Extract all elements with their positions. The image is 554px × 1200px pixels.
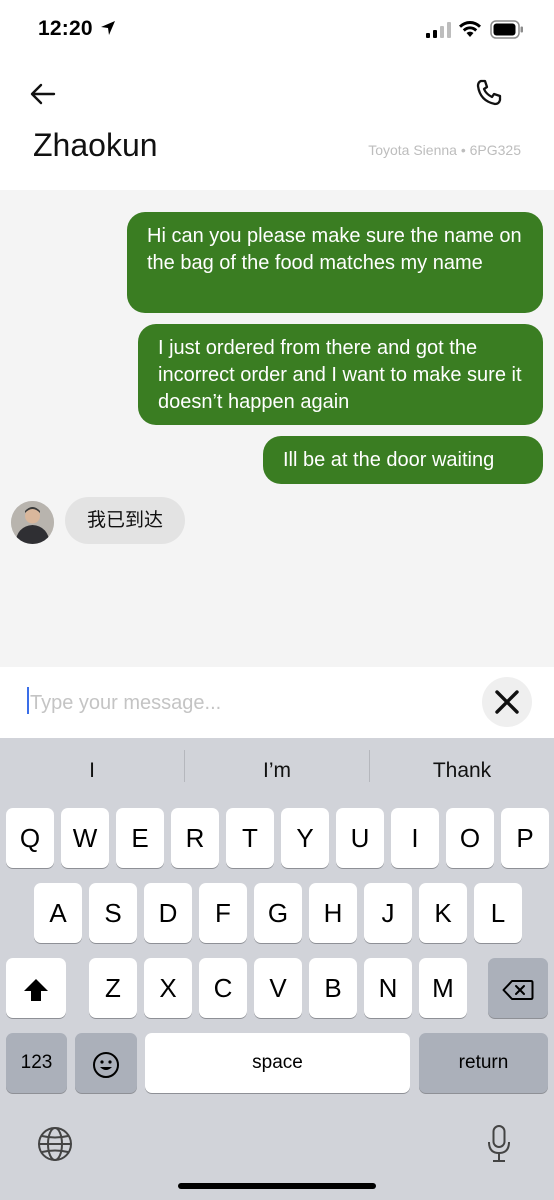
key[interactable]: Z [89,958,137,1018]
key[interactable]: B [309,958,357,1018]
message-input[interactable] [30,685,460,721]
outgoing-message: I just ordered from there and got the in… [138,324,543,425]
delete-key[interactable] [488,958,548,1018]
key[interactable]: C [199,958,247,1018]
incoming-message: 我已到达 [65,497,186,544]
key[interactable]: V [254,958,302,1018]
compose-bar [0,667,554,738]
key[interactable]: I [391,808,439,868]
outgoing-message: Hi can you please make sure the name on … [127,212,543,313]
key[interactable]: P [501,808,549,868]
key[interactable]: U [336,808,384,868]
backspace-icon [502,980,534,1001]
key[interactable]: E [116,808,164,868]
close-icon [495,690,519,714]
key[interactable]: A [34,883,82,943]
emoji-icon [93,1052,119,1079]
wifi-icon [459,21,481,37]
numbers-key[interactable]: 123 [6,1033,67,1093]
key[interactable]: X [144,958,192,1018]
status-time: 12:20 [38,17,93,40]
text-cursor [27,687,29,714]
key[interactable]: N [364,958,412,1018]
key[interactable]: L [474,883,522,943]
phone-icon[interactable] [474,78,504,108]
space-key[interactable]: space [145,1033,410,1093]
key[interactable]: S [89,883,137,943]
key[interactable]: G [254,883,302,943]
key[interactable]: O [446,808,494,868]
driver-avatar [11,501,54,544]
contact-name: Zhaokun [33,127,158,163]
key[interactable]: W [61,808,109,868]
message-list[interactable]: Hi can you please make sure the name on … [0,190,554,667]
key[interactable]: Q [6,808,54,868]
key[interactable]: H [309,883,357,943]
shift-key[interactable] [6,958,66,1018]
key[interactable]: F [199,883,247,943]
vehicle-info: Toyota Sienna • 6PG325 [368,142,521,158]
shift-icon [24,979,48,1002]
suggestion[interactable]: I [0,748,184,794]
outgoing-message: Ill be at the door waiting [263,436,543,484]
location-arrow-icon [101,21,115,35]
key[interactable]: K [419,883,467,943]
suggestion[interactable]: Thank [370,748,554,794]
close-button[interactable] [482,677,532,727]
key[interactable]: T [226,808,274,868]
status-bar: 12:20 [0,0,554,62]
cellular-signal-icon [426,22,451,38]
key[interactable]: D [144,883,192,943]
emoji-key[interactable] [75,1033,137,1093]
key[interactable]: M [419,958,467,1018]
microphone-icon[interactable] [486,1124,512,1164]
battery-icon [490,20,523,39]
return-key[interactable]: return [419,1033,548,1093]
key[interactable]: Y [281,808,329,868]
home-indicator [178,1183,376,1189]
keyboard: I I’m Thank Q W E R T Y U I O P A S D F … [0,738,554,1200]
key[interactable]: J [364,883,412,943]
suggestion[interactable]: I’m [185,748,369,794]
globe-icon[interactable] [37,1126,73,1162]
back-arrow-icon[interactable] [28,80,60,108]
key[interactable]: R [171,808,219,868]
chat-header: Zhaokun Toyota Sienna • 6PG325 [0,62,554,190]
